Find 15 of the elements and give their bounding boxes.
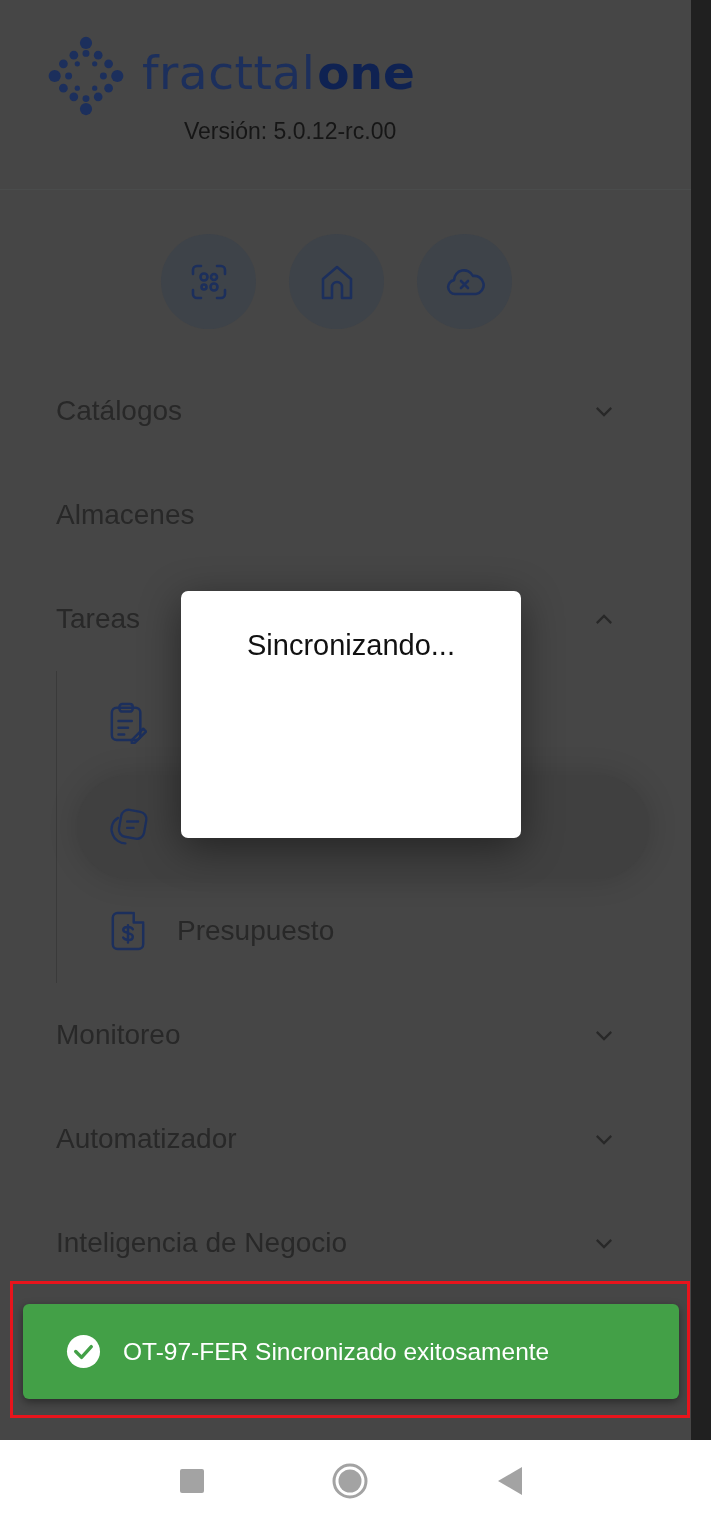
budget-icon xyxy=(109,910,147,952)
chevron-down-icon[interactable] xyxy=(595,1237,613,1249)
check-circle-icon xyxy=(66,1334,101,1369)
notes-icon xyxy=(109,807,149,847)
home-nav-button[interactable] xyxy=(331,1462,368,1499)
logo-icon xyxy=(46,36,126,116)
product-name: one xyxy=(317,44,415,100)
chevron-up-icon[interactable] xyxy=(595,613,613,625)
clipboard-icon xyxy=(109,702,147,744)
chevron-down-icon[interactable] xyxy=(595,1133,613,1145)
recents-button[interactable] xyxy=(179,1468,204,1493)
toast-message: OT-97-FER Sincronizado exitosamente xyxy=(123,1337,550,1366)
dialog-message: Sincronizando... xyxy=(247,629,455,662)
chevron-down-icon[interactable] xyxy=(595,1029,613,1041)
chevron-down-icon[interactable] xyxy=(595,405,613,417)
